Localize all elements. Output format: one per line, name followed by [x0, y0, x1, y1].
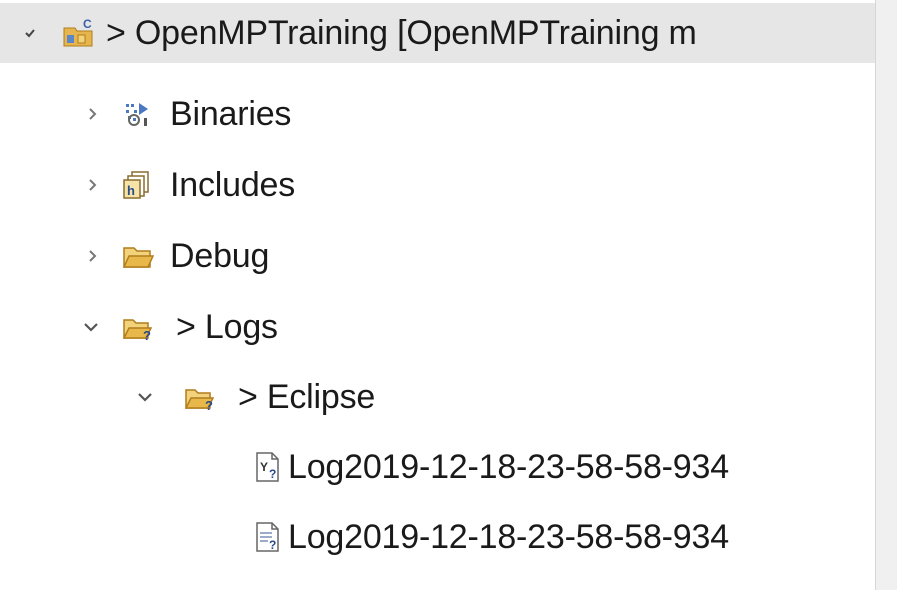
- tree-item-label: Logs: [204, 308, 278, 346]
- collapse-twisty-icon[interactable]: [15, 3, 45, 63]
- tree-item-includes[interactable]: h Includes: [0, 155, 875, 215]
- svg-text:Y: Y: [260, 460, 268, 474]
- tree-item-log-file[interactable]: ? Log2019-12-18-23-58-58-934: [0, 507, 875, 567]
- tree-item-label: Eclipse: [266, 378, 376, 416]
- tree-item-label: Includes: [170, 166, 296, 204]
- untracked-folder-icon: ?: [184, 381, 216, 413]
- tree-item-logs[interactable]: ? > Logs: [0, 297, 875, 357]
- scm-decoration: >: [106, 14, 126, 52]
- tree-item-label: Log2019-12-18-23-58-58-934: [288, 448, 729, 486]
- folder-icon: [122, 240, 155, 272]
- untracked-file-icon: ?: [252, 521, 284, 553]
- collapse-twisty-icon[interactable]: [130, 367, 160, 427]
- expand-twisty-icon[interactable]: [78, 226, 108, 286]
- tree-item-eclipse[interactable]: ? > Eclipse: [0, 367, 875, 427]
- svg-text:h: h: [127, 183, 135, 198]
- c-project-icon: C: [62, 17, 94, 49]
- project-explorer-tree: C > OpenMPTraining [OpenMPTraining m Bin…: [0, 0, 875, 590]
- includes-icon: h: [122, 169, 154, 201]
- svg-text:?: ?: [205, 398, 213, 413]
- yaml-file-icon: Y ?: [252, 451, 284, 483]
- svg-text:C: C: [83, 17, 92, 31]
- scm-decoration: >: [238, 378, 258, 416]
- tree-item-label: Binaries: [170, 95, 292, 133]
- svg-text:?: ?: [143, 328, 151, 343]
- view-border: [875, 0, 897, 590]
- tree-item-label: Debug: [170, 237, 270, 275]
- scm-decoration: >: [176, 308, 196, 346]
- tree-item-binaries[interactable]: Binaries: [0, 84, 875, 144]
- binaries-icon: [122, 98, 154, 130]
- expand-twisty-icon[interactable]: [78, 155, 108, 215]
- untracked-folder-icon: ?: [122, 311, 154, 343]
- tree-item-label: Log2019-12-18-23-58-58-934: [288, 518, 729, 556]
- svg-text:?: ?: [269, 538, 276, 552]
- expand-twisty-icon[interactable]: [78, 84, 108, 144]
- collapse-twisty-icon[interactable]: [76, 297, 106, 357]
- tree-item-debug[interactable]: Debug: [0, 226, 875, 286]
- tree-item-label: OpenMPTraining [OpenMPTraining m: [134, 14, 697, 52]
- svg-text:?: ?: [269, 467, 276, 481]
- tree-item-project[interactable]: C > OpenMPTraining [OpenMPTraining m: [0, 3, 875, 63]
- tree-item-log-file[interactable]: Y ? Log2019-12-18-23-58-58-934: [0, 437, 875, 497]
